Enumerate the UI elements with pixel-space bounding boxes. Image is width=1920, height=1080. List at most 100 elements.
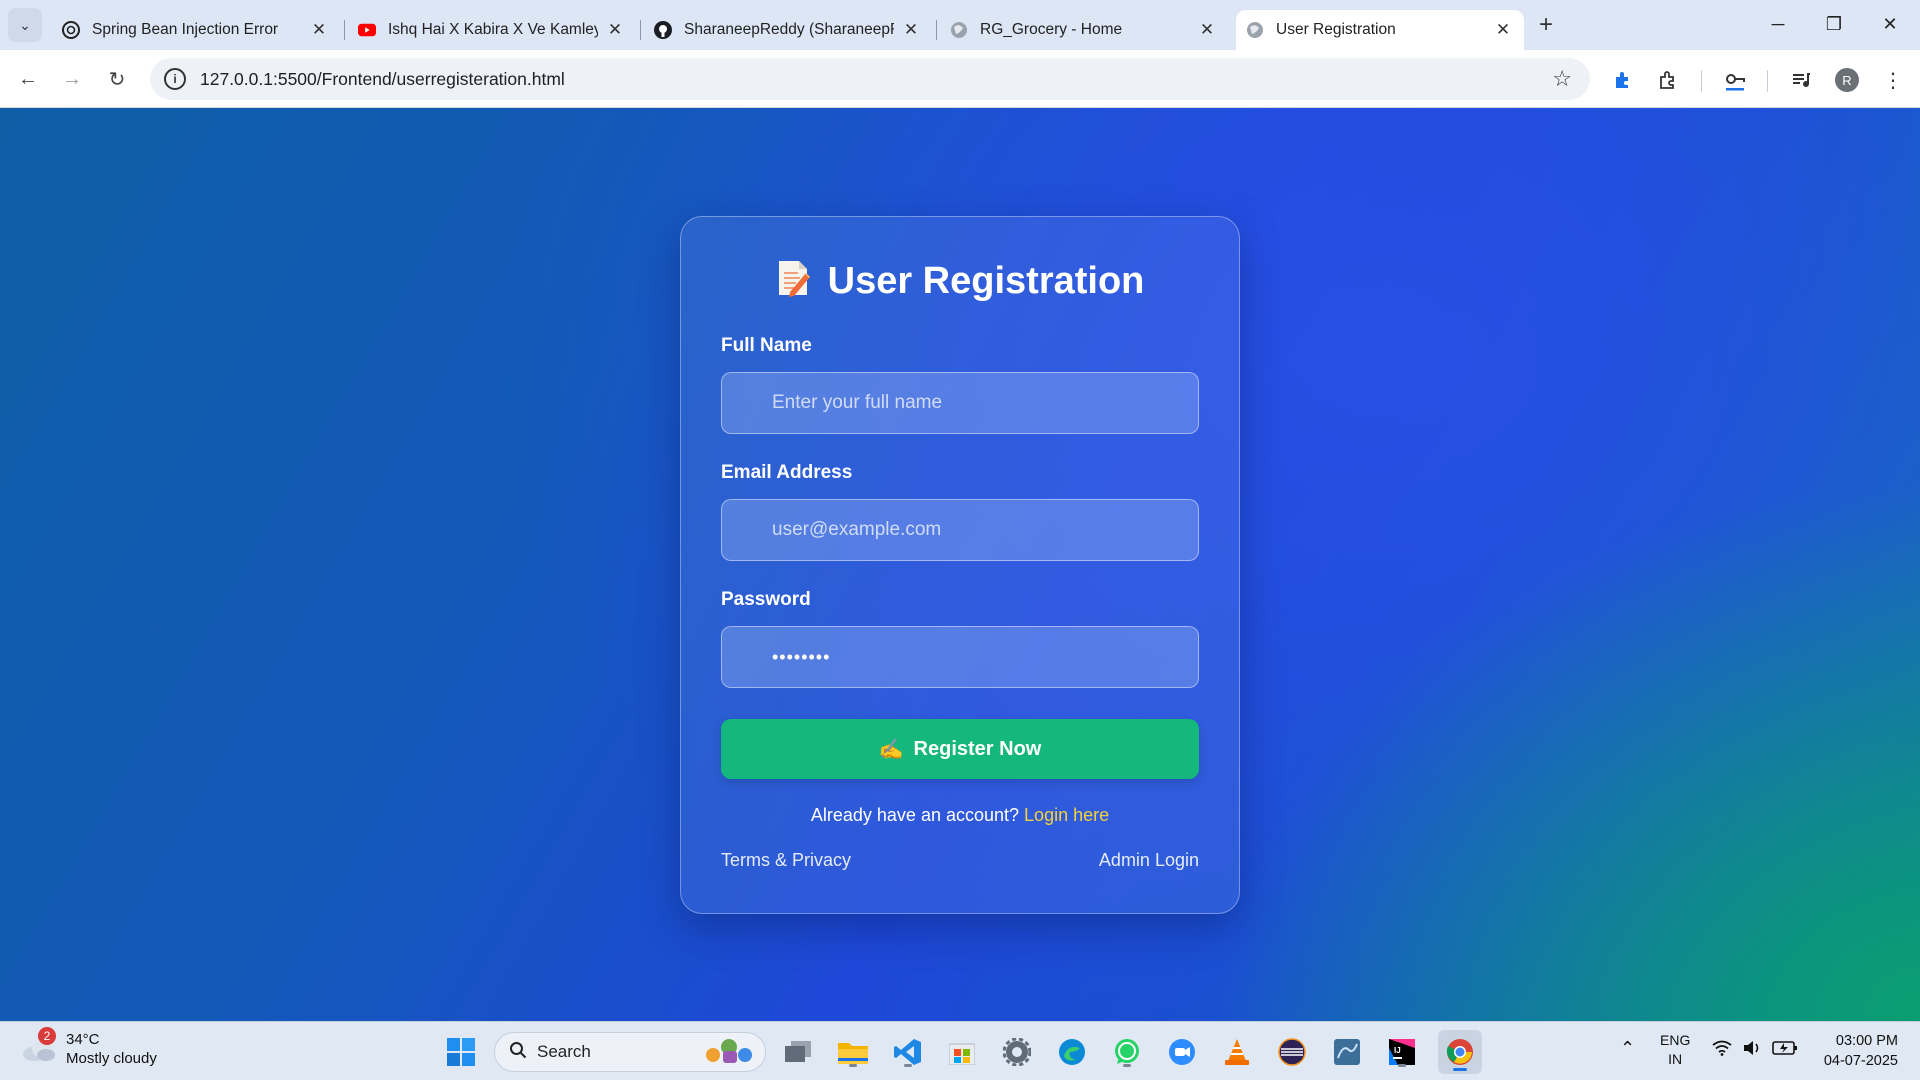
new-tab-button[interactable]: + — [1528, 7, 1564, 43]
register-button-label: Register Now — [913, 737, 1042, 760]
extensions-icon[interactable] — [1651, 63, 1685, 97]
browser-menu-icon[interactable]: ⋮ — [1876, 63, 1910, 97]
plus-icon: + — [1538, 11, 1553, 38]
weather-badge: 2 — [38, 1027, 56, 1045]
language-indicator[interactable]: ENG IN — [1660, 1031, 1690, 1069]
page-title: User Registration — [681, 259, 1239, 303]
tab-title: User Registration — [1276, 21, 1396, 38]
admin-login-link[interactable]: Admin Login — [1099, 850, 1199, 871]
page-background: User Registration Full Name Email Addres… — [0, 108, 1920, 1021]
vscode-icon[interactable] — [890, 1034, 926, 1070]
settings-gear-icon[interactable] — [999, 1034, 1035, 1070]
taskbar-clock[interactable]: 03:00 PM 04-07-2025 — [1824, 1031, 1898, 1071]
tab-search-button[interactable]: ⌄ — [8, 8, 42, 42]
tab-user-registration[interactable]: User Registration ✕ — [1236, 10, 1524, 50]
file-explorer-icon[interactable] — [835, 1034, 871, 1070]
close-tab-icon[interactable]: ✕ — [308, 20, 330, 40]
profile-avatar[interactable]: R — [1830, 63, 1864, 97]
clock-date: 04-07-2025 — [1823, 1053, 1898, 1069]
lang-line2: IN — [1668, 1051, 1683, 1067]
tab-rg-grocery[interactable]: RG_Grocery - Home ✕ — [940, 10, 1228, 50]
tab-title: Spring Bean Injection Error — [92, 21, 279, 38]
github-icon — [654, 21, 672, 39]
reload-button[interactable]: ↻ — [99, 61, 135, 97]
restore-icon: ❐ — [1825, 13, 1843, 34]
close-tab-icon[interactable]: ✕ — [900, 20, 922, 40]
restore-button[interactable]: ❐ — [1806, 0, 1862, 48]
volume-icon[interactable] — [1742, 1040, 1762, 1059]
tab-spring-bean[interactable]: Spring Bean Injection Error ✕ — [52, 10, 345, 50]
lang-line1: ENG — [1660, 1032, 1691, 1048]
full-name-label: Full Name — [721, 335, 812, 356]
close-window-button[interactable]: ✕ — [1862, 0, 1918, 48]
url-text[interactable]: 127.0.0.1:5500/Frontend/userregisteratio… — [200, 69, 565, 90]
microsoft-store-icon[interactable] — [944, 1034, 980, 1070]
bookmark-star-icon[interactable]: ☆ — [1552, 66, 1572, 92]
login-prompt-text: Already have an account? — [810, 805, 1020, 825]
browser-toolbar: ← → ↻ i 127.0.0.1:5500/Frontend/userregi… — [0, 50, 1920, 108]
tab-title: Ishq Hai X Kabira X Ve Kamleya — [388, 21, 598, 38]
tab-github[interactable]: SharaneepReddy (SharaneepReddy) ✕ — [644, 10, 937, 50]
running-indicator — [849, 1064, 857, 1067]
tab-youtube[interactable]: Ishq Hai X Kabira X Ve Kamleya ✕ — [348, 10, 641, 50]
start-button[interactable] — [443, 1034, 479, 1070]
running-indicator — [1453, 1068, 1467, 1071]
memo-icon — [776, 259, 810, 297]
toolbar-divider — [1767, 70, 1768, 92]
weather-widget[interactable]: 2 34°C Mostly cloudy — [22, 1027, 157, 1068]
edge-icon[interactable] — [1054, 1034, 1090, 1070]
weather-desc: Mostly cloudy — [66, 1050, 157, 1067]
close-tab-icon[interactable]: ✕ — [1196, 20, 1218, 40]
back-button[interactable]: ← — [10, 61, 46, 97]
tab-separator — [344, 20, 345, 40]
taskbar-search[interactable]: Search — [494, 1032, 766, 1072]
search-label: Search — [537, 1042, 591, 1061]
extensions-puzzle-icon[interactable] — [1606, 63, 1640, 97]
svg-text:IJ: IJ — [1394, 1046, 1401, 1055]
show-hidden-icons-chevron-icon[interactable]: ⌃ — [1620, 1038, 1635, 1059]
cloud-icon: 2 — [22, 1027, 56, 1062]
weather-temp: 34°C — [66, 1031, 100, 1048]
writing-hand-icon: ✍ — [878, 738, 904, 761]
close-tab-icon[interactable]: ✕ — [1492, 20, 1514, 40]
forward-button[interactable]: → — [54, 61, 90, 97]
running-indicator — [1398, 1064, 1406, 1067]
login-link[interactable]: Login here — [1024, 805, 1109, 825]
chevron-down-icon: ⌄ — [19, 16, 31, 33]
battery-icon[interactable] — [1772, 1040, 1798, 1059]
chrome-icon[interactable] — [1438, 1030, 1482, 1074]
close-tab-icon[interactable]: ✕ — [604, 20, 626, 40]
eclipse-icon[interactable] — [1274, 1034, 1310, 1070]
minimize-icon: ─ — [1771, 13, 1785, 34]
password-key-icon[interactable] — [1718, 63, 1752, 97]
intellij-icon[interactable]: IJ — [1384, 1034, 1420, 1070]
terms-privacy-link[interactable]: Terms & Privacy — [721, 850, 851, 871]
whatsapp-icon[interactable] — [1109, 1034, 1145, 1070]
address-bar[interactable]: i 127.0.0.1:5500/Frontend/userregisterat… — [150, 58, 1590, 100]
full-name-input[interactable] — [721, 372, 1199, 434]
browser-tab-strip: ⌄ Spring Bean Injection Error ✕ Ishq Hai… — [0, 0, 1920, 50]
avatar: R — [1835, 68, 1859, 92]
register-button[interactable]: ✍ Register Now — [721, 719, 1199, 779]
youtube-icon — [358, 21, 376, 39]
task-view-icon[interactable] — [780, 1034, 816, 1070]
reload-icon: ↻ — [108, 68, 126, 91]
tab-separator — [640, 20, 641, 40]
vlc-icon[interactable] — [1219, 1034, 1255, 1070]
minimize-button[interactable]: ─ — [1750, 0, 1806, 48]
email-input[interactable] — [721, 499, 1199, 561]
registration-card: User Registration Full Name Email Addres… — [680, 216, 1240, 914]
wifi-icon[interactable] — [1712, 1040, 1732, 1059]
arrow-right-icon: → — [62, 67, 82, 90]
media-controls-icon[interactable] — [1784, 63, 1818, 97]
password-input[interactable] — [721, 626, 1199, 688]
arrow-left-icon: ← — [18, 67, 38, 90]
login-prompt: Already have an account? Login here — [681, 805, 1239, 826]
globe-icon — [950, 21, 968, 39]
email-label: Email Address — [721, 462, 853, 483]
zoom-icon[interactable] — [1164, 1034, 1200, 1070]
site-info-icon[interactable]: i — [164, 68, 186, 90]
clock-time: 03:00 PM — [1835, 1033, 1898, 1049]
sql-workbench-icon[interactable] — [1329, 1034, 1365, 1070]
globe-icon — [1246, 21, 1264, 39]
